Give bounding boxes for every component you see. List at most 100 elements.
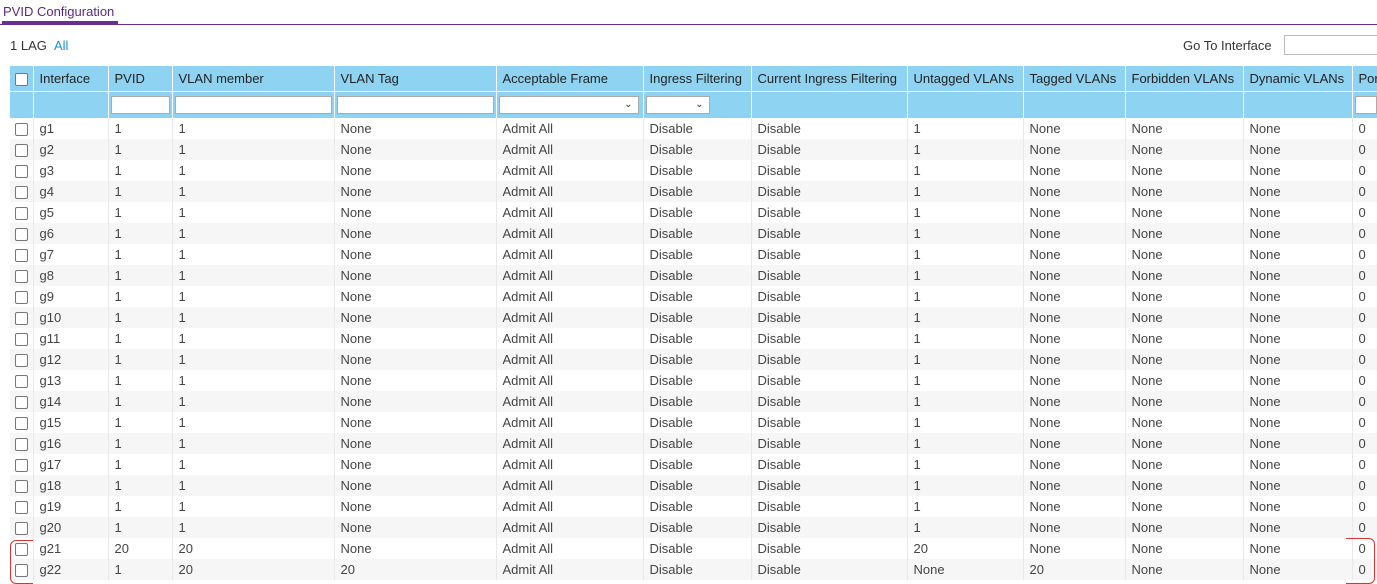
table-row[interactable]: g4 1 1 None Admit All Disable Disable 1 None None…	[10, 181, 1377, 202]
row-checkbox[interactable]	[14, 354, 28, 368]
row-checkbox[interactable]	[14, 375, 28, 389]
row-checkbox[interactable]	[14, 165, 28, 179]
row-checkbox[interactable]	[14, 522, 28, 536]
go-to-interface-input[interactable]	[1284, 35, 1377, 55]
acceptable-frame-filter-select[interactable]: ⌄	[498, 96, 639, 114]
column-header-acceptable-frame[interactable]: Acceptable Frame	[496, 66, 644, 92]
row-checkbox[interactable]	[14, 291, 28, 305]
cell-ingress-filtering: Disable	[643, 160, 752, 181]
all-link[interactable]: All	[54, 38, 68, 53]
row-checkbox[interactable]	[14, 270, 28, 284]
row-checkbox[interactable]	[14, 417, 28, 431]
column-header-port[interactable]: Port	[1352, 66, 1377, 92]
table-row[interactable]: g10 1 1 None Admit All Disable Disable 1 None Non…	[10, 307, 1377, 328]
cell-vlan-member: 1	[172, 160, 335, 181]
cell-untagged-vlans: 1	[907, 496, 1024, 517]
cell-current-ingress-filtering: Disable	[751, 517, 908, 538]
column-header-interface[interactable]: Interface	[33, 66, 109, 92]
table-row[interactable]: g2 1 1 None Admit All Disable Disable 1 None None…	[10, 139, 1377, 160]
cell-vlan-tag: None	[334, 160, 497, 181]
cell-untagged-vlans: 1	[907, 286, 1024, 307]
table-row[interactable]: g16 1 1 None Admit All Disable Disable 1 None Non…	[10, 433, 1377, 454]
filter-cell-acceptable-frame: ⌄	[496, 91, 644, 118]
table-row[interactable]: g20 1 1 None Admit All Disable Disable 1 None Non…	[10, 517, 1377, 538]
table-row[interactable]: g5 1 1 None Admit All Disable Disable 1 None None…	[10, 202, 1377, 223]
cell-untagged-vlans: 1	[907, 412, 1024, 433]
cell-untagged-vlans: 1	[907, 307, 1024, 328]
row-checkbox[interactable]	[14, 501, 28, 515]
pvid-filter-input[interactable]	[110, 96, 170, 114]
column-header-current-ingress-filtering[interactable]: Current Ingress Filtering	[751, 66, 908, 92]
cell-vlan-member: 1	[172, 139, 335, 160]
cell-dynamic-vlans: None	[1243, 538, 1353, 559]
column-header-pvid[interactable]: PVID	[108, 66, 173, 92]
table-row[interactable]: g18 1 1 None Admit All Disable Disable 1 None Non…	[10, 475, 1377, 496]
cell-tagged-vlans: None	[1023, 139, 1126, 160]
row-checkbox[interactable]	[14, 480, 28, 494]
table-row[interactable]: g11 1 1 None Admit All Disable Disable 1 None Non…	[10, 328, 1377, 349]
row-checkbox[interactable]	[14, 333, 28, 347]
vlan-tag-filter-input[interactable]	[336, 96, 494, 114]
table-row[interactable]: g13 1 1 None Admit All Disable Disable 1 None Non…	[10, 370, 1377, 391]
table-row[interactable]: g7 1 1 None Admit All Disable Disable 1 None None…	[10, 244, 1377, 265]
row-checkbox[interactable]	[14, 312, 28, 326]
cell-tagged-vlans: None	[1023, 244, 1126, 265]
column-header-vlan-tag[interactable]: VLAN Tag	[334, 66, 497, 92]
cell-interface: g22	[33, 559, 109, 580]
cell-forbidden-vlans: None	[1125, 433, 1244, 454]
row-checkbox[interactable]	[14, 228, 28, 242]
column-header-dynamic-vlans[interactable]: Dynamic VLANs	[1243, 66, 1353, 92]
table-row[interactable]: g1 1 1 None Admit All Disable Disable 1 None None…	[10, 118, 1377, 139]
column-header-untagged-vlans[interactable]: Untagged VLANs	[907, 66, 1024, 92]
row-checkbox[interactable]	[14, 438, 28, 452]
cell-ingress-filtering: Disable	[643, 202, 752, 223]
table-row[interactable]: g17 1 1 None Admit All Disable Disable 1 None Non…	[10, 454, 1377, 475]
table-row[interactable]: g15 1 1 None Admit All Disable Disable 1 None Non…	[10, 412, 1377, 433]
column-header-tagged-vlans[interactable]: Tagged VLANs	[1023, 66, 1126, 92]
row-checkbox[interactable]	[14, 396, 28, 410]
row-checkbox[interactable]	[14, 123, 28, 137]
table-row[interactable]: g22 1 20 20 Admit All Disable Disable None 20 Non…	[10, 559, 1377, 580]
table-row[interactable]: g3 1 1 None Admit All Disable Disable 1 None None…	[10, 160, 1377, 181]
row-checkbox[interactable]	[14, 459, 28, 473]
pvid-table: Interface PVID VLAN member VLAN Tag Acce…	[10, 66, 1377, 580]
cell-forbidden-vlans: None	[1125, 139, 1244, 160]
cell-vlan-member: 1	[172, 412, 335, 433]
cell-acceptable-frame: Admit All	[496, 559, 644, 580]
cell-acceptable-frame: Admit All	[496, 475, 644, 496]
cell-vlan-tag: None	[334, 370, 497, 391]
column-header-forbidden-vlans[interactable]: Forbidden VLANs	[1125, 66, 1244, 92]
cell-ingress-filtering: Disable	[643, 370, 752, 391]
cell-vlan-tag: None	[334, 433, 497, 454]
cell-current-ingress-filtering: Disable	[751, 223, 908, 244]
table-row[interactable]: g14 1 1 None Admit All Disable Disable 1 None Non…	[10, 391, 1377, 412]
row-checkbox[interactable]	[14, 564, 28, 578]
vlan-member-filter-input[interactable]	[174, 96, 332, 114]
cell-port: 0	[1352, 223, 1377, 244]
row-checkbox-cell	[10, 538, 34, 559]
cell-acceptable-frame: Admit All	[496, 202, 644, 223]
cell-interface: g9	[33, 286, 109, 307]
table-row[interactable]: g9 1 1 None Admit All Disable Disable 1 None None…	[10, 286, 1377, 307]
cell-untagged-vlans: 1	[907, 475, 1024, 496]
cell-untagged-vlans: 1	[907, 391, 1024, 412]
cell-ingress-filtering: Disable	[643, 265, 752, 286]
table-row[interactable]: g21 20 20 None Admit All Disable Disable 20 None…	[10, 538, 1377, 559]
cell-tagged-vlans: None	[1023, 328, 1126, 349]
column-header-vlan-member[interactable]: VLAN member	[172, 66, 335, 92]
table-row[interactable]: g19 1 1 None Admit All Disable Disable 1 None Non…	[10, 496, 1377, 517]
row-checkbox[interactable]	[14, 543, 28, 557]
row-checkbox[interactable]	[14, 186, 28, 200]
table-row[interactable]: g6 1 1 None Admit All Disable Disable 1 None None…	[10, 223, 1377, 244]
row-checkbox[interactable]	[14, 207, 28, 221]
port-filter-input[interactable]	[1354, 96, 1377, 114]
tab-pvid-configuration[interactable]: PVID Configuration	[3, 4, 114, 19]
table-row[interactable]: g12 1 1 None Admit All Disable Disable 1 None Non…	[10, 349, 1377, 370]
table-row[interactable]: g8 1 1 None Admit All Disable Disable 1 None None…	[10, 265, 1377, 286]
select-all-checkbox[interactable]	[14, 73, 28, 87]
ingress-filtering-filter-select[interactable]: ⌄	[645, 96, 710, 114]
row-checkbox[interactable]	[14, 249, 28, 263]
cell-vlan-member: 1	[172, 496, 335, 517]
column-header-ingress-filtering[interactable]: Ingress Filtering	[643, 66, 752, 92]
row-checkbox[interactable]	[14, 144, 28, 158]
